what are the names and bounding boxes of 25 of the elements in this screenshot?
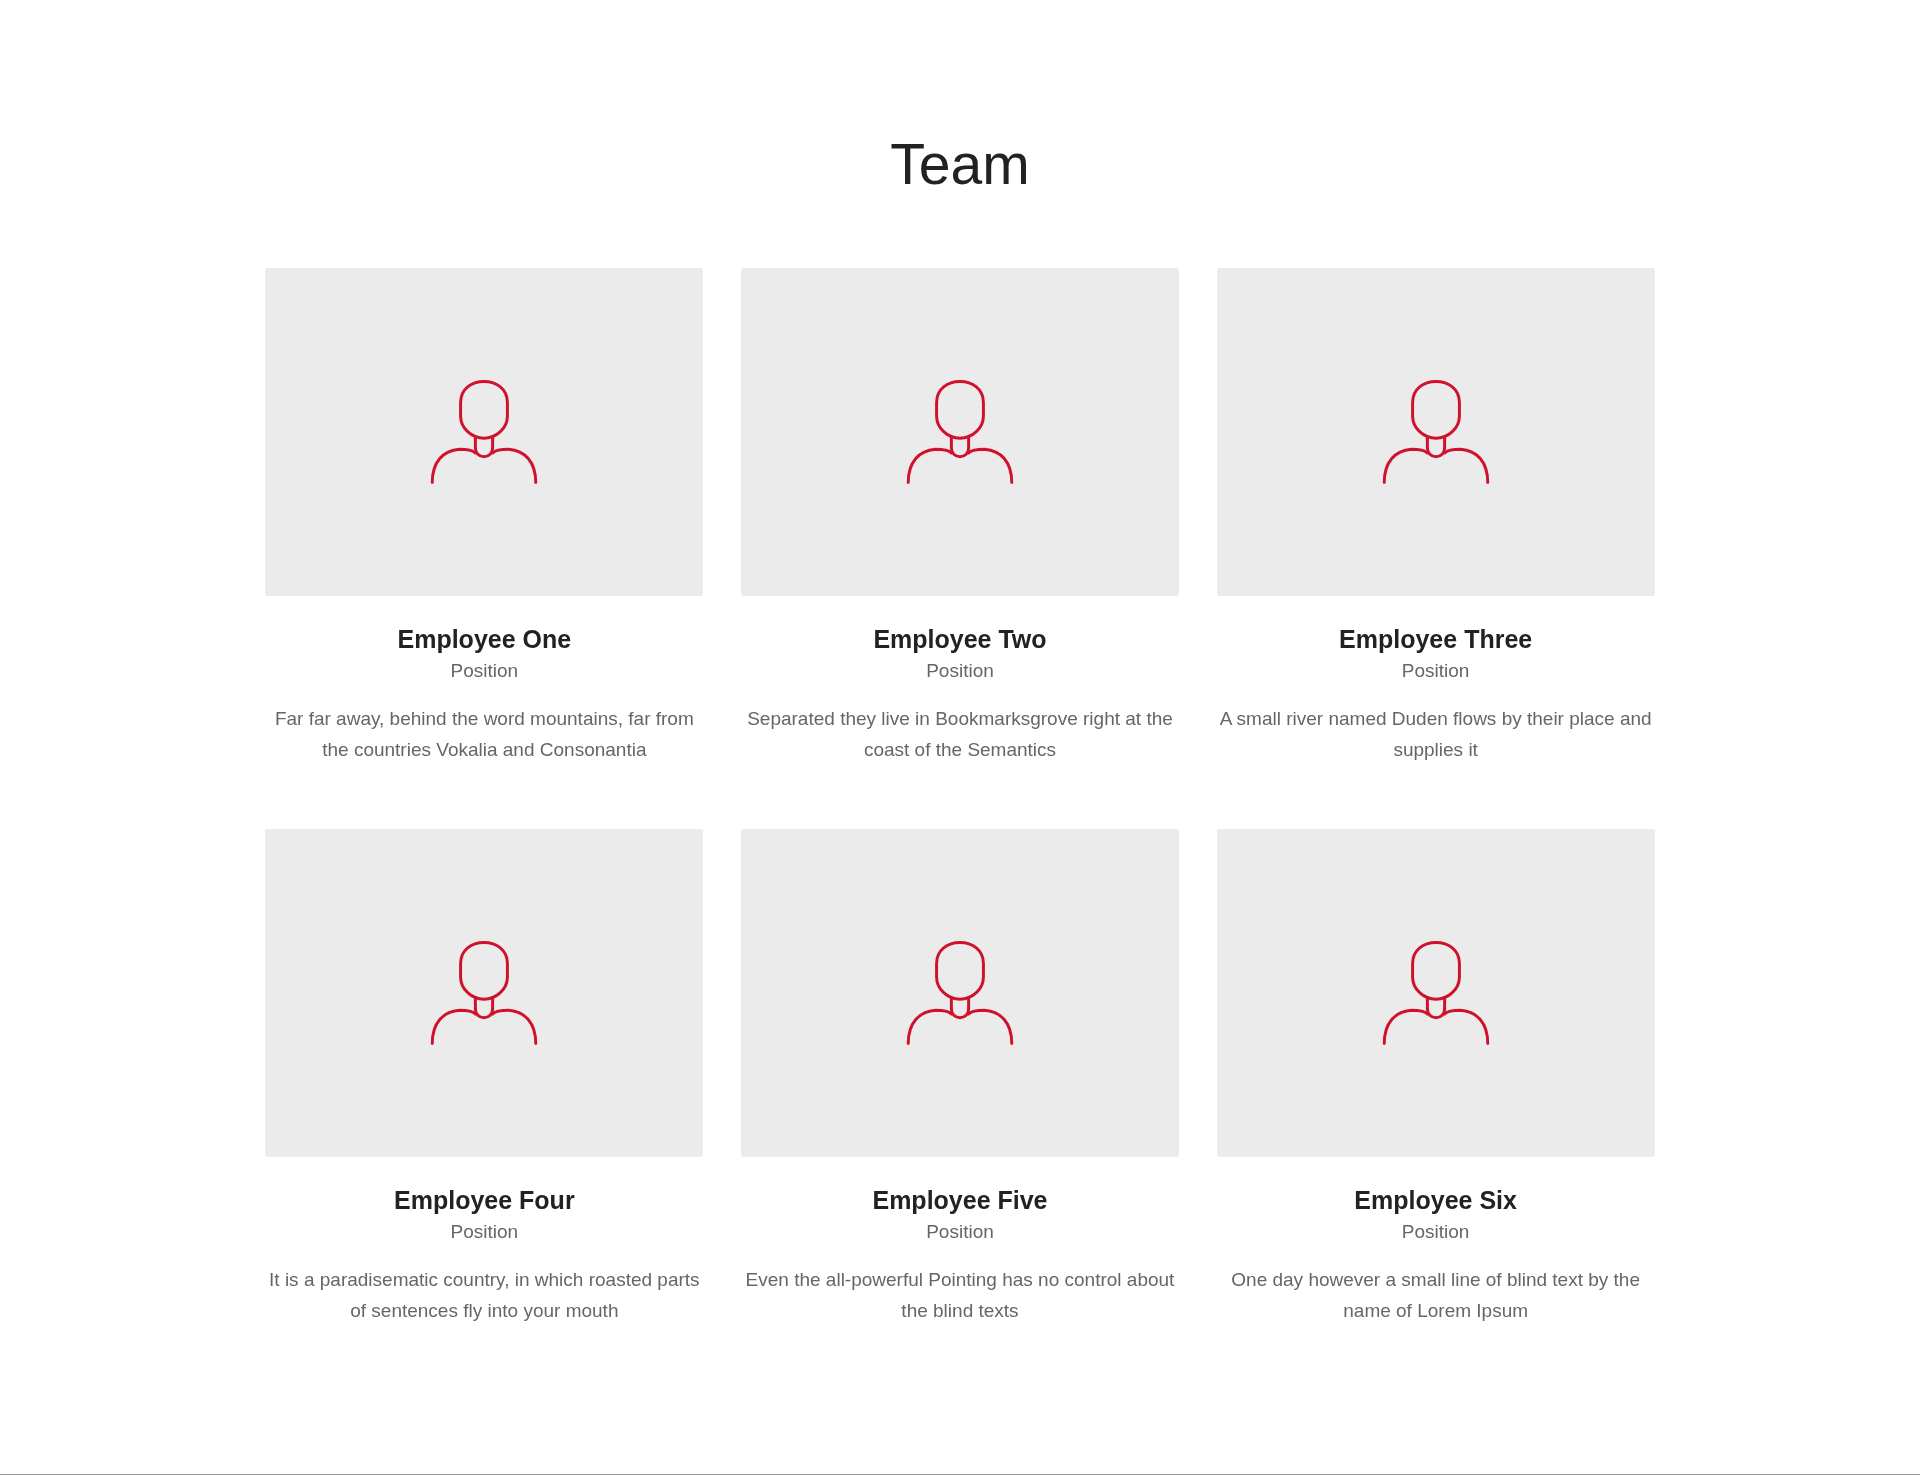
member-position: Position [1401,1220,1470,1244]
member-name: Employee Five [872,1185,1048,1216]
person-icon [905,940,1015,1046]
member-name: Employee Two [873,624,1047,655]
member-bio: Far far away, behind the word mountains, far from the countries Vokalia and Consonantia [273,707,695,762]
member-position: Position [926,1220,994,1244]
person-icon [429,379,540,485]
member-bio: One day however a small line of blind text by the name of Lorem Ipsum [1230,1268,1641,1323]
person-icon [1380,940,1491,1046]
member-name: Employee Six [1354,1185,1517,1216]
member-name: Employee Three [1339,624,1533,655]
member-name: Employee One [397,624,572,655]
member-position: Position [1401,659,1470,683]
member-bio: Even the all-powerful Pointing has no control about the blind texts [744,1268,1176,1323]
section-title: Team [890,134,1030,194]
person-icon [905,379,1015,485]
member-bio: A small river named Duden flows by their place and supplies it [1218,707,1653,762]
person-icon [1380,379,1491,485]
person-icon [429,940,540,1046]
member-position: Position [926,659,994,683]
member-bio: It is a paradisematic country, in which roasted parts of sentences fly into your mouth [268,1268,701,1323]
member-position: Position [450,659,519,683]
member-bio: Separated they live in Bookmarksgrove right at the coast of the Semantics [746,707,1174,762]
member-name: Employee Four [394,1185,575,1216]
member-position: Position [450,1220,519,1244]
